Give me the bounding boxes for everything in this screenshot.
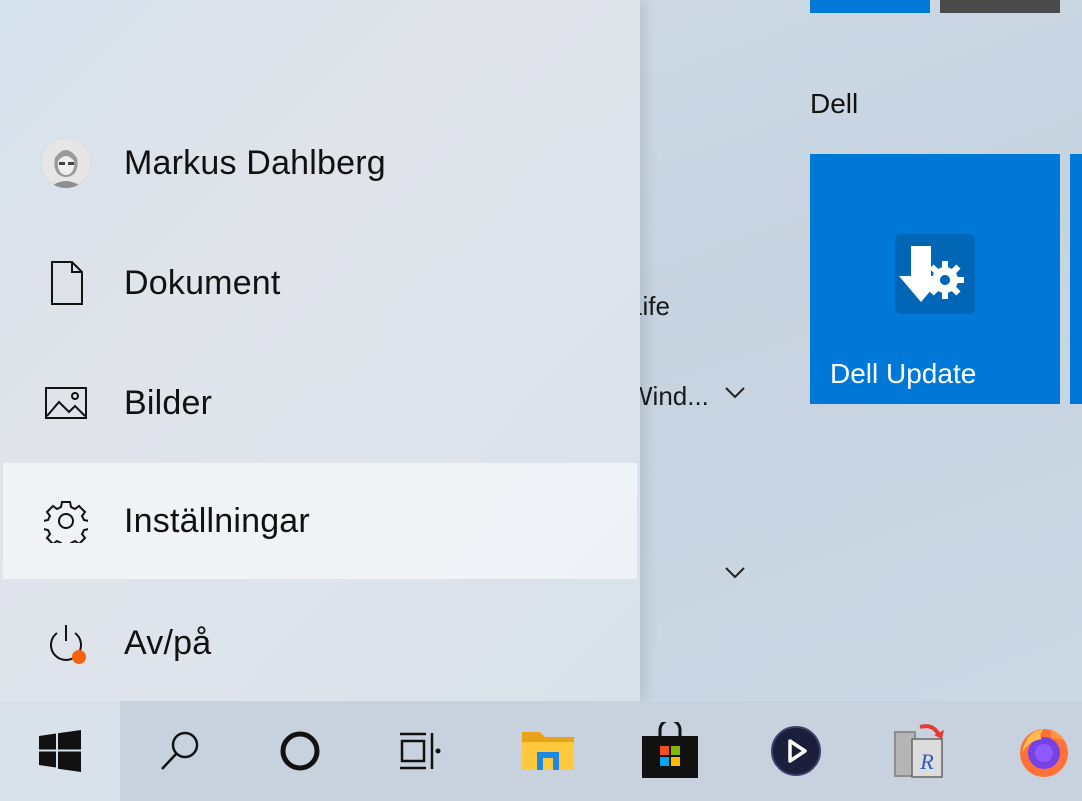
recycle-app-icon: R [894, 724, 944, 778]
tile-group-label: Dell [810, 88, 859, 119]
media-player-button[interactable] [736, 701, 856, 801]
documents-label: Dokument [124, 263, 281, 302]
app-list-item-windows[interactable]: Wind... [628, 381, 709, 412]
documents-item[interactable]: Dokument [3, 225, 637, 341]
dell-update-label: Dell Update [830, 358, 977, 389]
media-player-icon [771, 726, 821, 776]
search-button[interactable] [120, 701, 240, 801]
power-icon [41, 618, 91, 668]
cortana-button[interactable] [240, 701, 360, 801]
tile-partial-blue[interactable] [810, 0, 930, 13]
taskbar: R [0, 701, 1082, 801]
settings-item[interactable]: Inställningar [3, 463, 637, 579]
chevron-down-icon[interactable] [724, 566, 746, 580]
pictures-icon [41, 378, 91, 428]
store-button[interactable] [610, 701, 730, 801]
pictures-item[interactable]: Bilder [3, 345, 637, 461]
svg-text:R: R [919, 749, 934, 774]
file-explorer-button[interactable] [488, 701, 608, 801]
task-view-button[interactable] [360, 701, 480, 801]
user-avatar [41, 138, 91, 188]
user-account-item[interactable]: Markus Dahlberg [3, 105, 637, 221]
microsoft-store-icon [642, 722, 698, 778]
tile-partial-right[interactable] [1070, 154, 1082, 404]
file-explorer-icon [522, 732, 574, 770]
task-view-icon [400, 732, 441, 770]
cortana-icon [280, 731, 320, 771]
recycle-app-button[interactable]: R [860, 701, 980, 801]
firefox-button[interactable] [984, 701, 1082, 801]
power-item[interactable]: Av/på [3, 585, 637, 701]
tile-partial-dark[interactable] [940, 0, 1060, 13]
start-button[interactable] [0, 701, 120, 801]
dell-update-icon [895, 234, 975, 314]
chevron-down-icon[interactable] [724, 386, 746, 400]
pictures-label: Bilder [124, 383, 213, 422]
dell-update-tile[interactable]: Dell Update [810, 154, 1060, 404]
document-icon [41, 258, 91, 308]
settings-label: Inställningar [124, 501, 310, 540]
firefox-icon [1020, 729, 1068, 777]
start-menu-nav-pane: Markus Dahlberg Dokument Bilder Inställn… [0, 0, 640, 701]
power-label: Av/på [124, 623, 212, 662]
gear-icon [41, 496, 91, 546]
windows-start-icon [39, 730, 81, 772]
search-icon [161, 731, 199, 770]
user-name-label: Markus Dahlberg [124, 143, 386, 182]
